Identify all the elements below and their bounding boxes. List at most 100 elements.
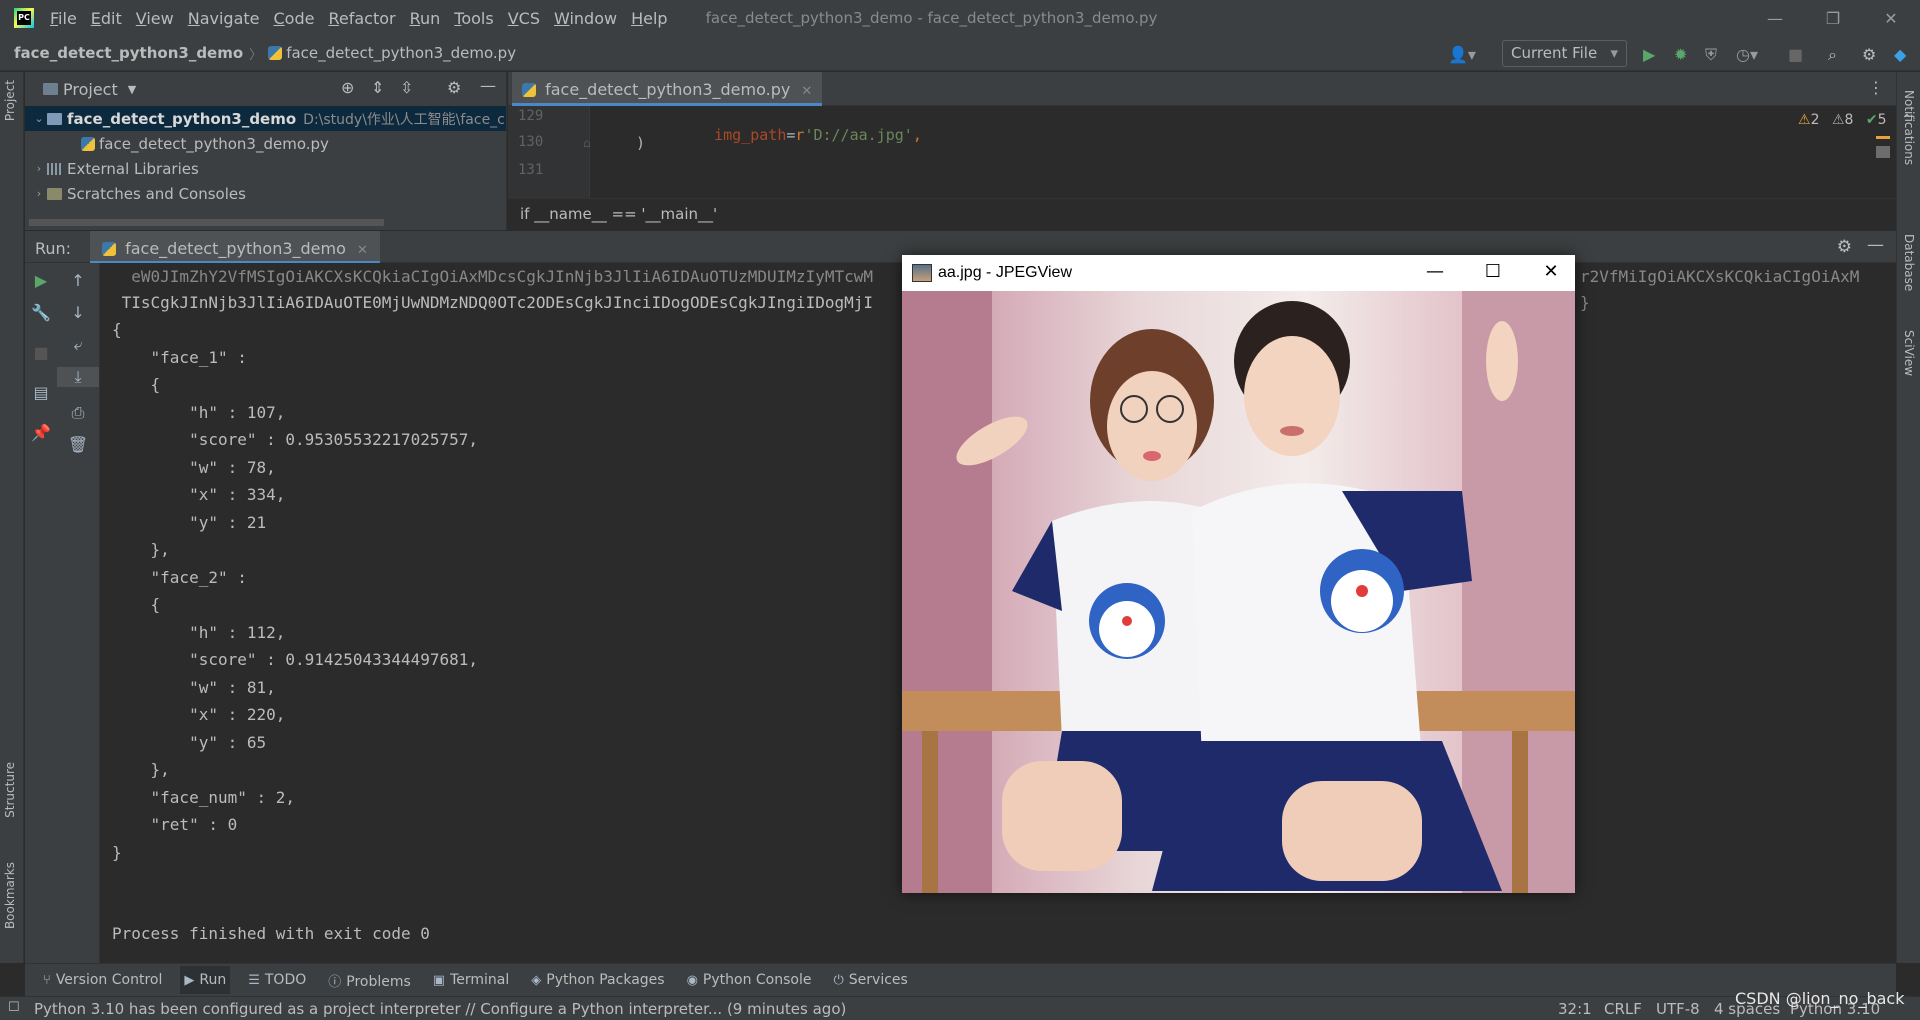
menu-vcs[interactable]: VCS	[508, 9, 540, 28]
run-toolbar-primary: ▶ 🔧 ■ ▤ 📌	[25, 263, 57, 963]
stop-icon[interactable]: ■	[1788, 45, 1803, 64]
pin-icon[interactable]: 📌	[25, 423, 57, 442]
coverage-icon[interactable]: ⛨	[1705, 45, 1717, 65]
tree-item-external-libraries[interactable]: › External Libraries	[25, 156, 506, 181]
tree-item-project-root[interactable]: ⌄ face_detect_python3_demo D:\study\作业\人…	[25, 106, 506, 131]
hide-panel-icon[interactable]: —	[1867, 235, 1884, 255]
tool-label: Run	[199, 972, 227, 988]
search-icon[interactable]: ⌕	[1828, 45, 1837, 65]
locate-icon[interactable]: ⊕	[341, 78, 354, 97]
print-icon[interactable]: ⎙	[57, 403, 99, 423]
tool-version-control[interactable]: ⑂ Version Control	[39, 966, 166, 994]
layout-icon[interactable]: ▤	[25, 383, 57, 402]
horizontal-scrollbar[interactable]	[29, 219, 384, 226]
tree-item-scratches[interactable]: › Scratches and Consoles	[25, 181, 506, 206]
restore-button[interactable]: ❐	[1804, 0, 1862, 36]
chevron-right-icon[interactable]: ›	[31, 187, 47, 200]
tool-services[interactable]: ⏻ Services	[829, 966, 911, 994]
gear-icon[interactable]: ⚙	[1837, 237, 1852, 257]
menu-window[interactable]: Window	[554, 9, 617, 28]
python-file-icon	[81, 136, 95, 151]
error-stripe-marker[interactable]	[1876, 146, 1890, 158]
jpegview-minimize-button[interactable]: —	[1420, 261, 1450, 285]
menu-code[interactable]: Code	[274, 9, 315, 28]
run-tab[interactable]: face_detect_python3_demo ✕	[90, 231, 380, 264]
arrow-down-icon[interactable]: ↓	[57, 303, 99, 322]
tool-run[interactable]: ▶ Run	[180, 966, 231, 994]
tool-todo[interactable]: ☰ TODO	[244, 966, 310, 994]
tool-label: Problems	[346, 973, 411, 990]
menu-view[interactable]: View	[136, 9, 174, 28]
trash-icon[interactable]: 🗑	[57, 435, 99, 454]
menu-refactor[interactable]: Refactor	[328, 9, 395, 28]
status-message[interactable]: Python 3.10 has been configured as a pro…	[34, 1000, 846, 1018]
menu-run[interactable]: Run	[410, 9, 441, 28]
fold-marker-icon[interactable]: ⌂	[583, 136, 591, 150]
breadcrumb-project[interactable]: face_detect_python3_demo	[14, 44, 243, 62]
gear-icon[interactable]: ⚙	[447, 78, 461, 97]
status-toggle-icon[interactable]: ☐	[8, 1000, 20, 1015]
code-editor[interactable]: 129 130 131 ⌂ img_path=r'D://aa.jpg', ) …	[508, 106, 1913, 198]
tree-item-file[interactable]: face_detect_python3_demo.py	[25, 131, 506, 156]
menu-navigate[interactable]: Navigate	[188, 9, 260, 28]
image-icon	[912, 264, 932, 282]
minimize-button[interactable]: —	[1746, 0, 1804, 36]
chevron-down-icon[interactable]: ▼	[128, 83, 136, 96]
chevron-down-icon[interactable]: ⌄	[31, 112, 47, 125]
chevron-right-icon[interactable]: ›	[31, 162, 47, 175]
tool-label: TODO	[264, 972, 307, 988]
close-tab-icon[interactable]: ✕	[357, 243, 368, 258]
debug-icon[interactable]: ✹	[1674, 45, 1687, 64]
tool-python-console[interactable]: ◉ Python Console	[683, 966, 816, 994]
menu-file[interactable]: File	[50, 9, 77, 28]
caret-position[interactable]: 32:1	[1558, 1000, 1592, 1018]
project-panel-title[interactable]: Project	[63, 80, 118, 99]
tool-label: Version Control	[55, 972, 163, 988]
tool-window-sciview[interactable]: SciView	[1902, 330, 1916, 376]
photo-image[interactable]	[902, 291, 1575, 893]
chevron-up-icon[interactable]: ⌃	[1901, 112, 1913, 128]
run-icon[interactable]: ▶	[1643, 45, 1655, 64]
tool-window-structure[interactable]: Structure	[3, 762, 17, 818]
wrench-icon[interactable]: 🔧	[25, 303, 57, 322]
editor-tab-active[interactable]: face_detect_python3_demo.py ✕	[512, 72, 823, 106]
menu-tools[interactable]: Tools	[454, 9, 493, 28]
soft-wrap-icon[interactable]: ⤶	[57, 335, 99, 355]
run-config-dropdown[interactable]: Current File ▾	[1502, 40, 1627, 67]
more-options-icon[interactable]: ⋮	[1868, 78, 1884, 97]
hide-panel-icon[interactable]: —	[480, 76, 496, 95]
jpegview-maximize-button[interactable]: ☐	[1478, 261, 1508, 285]
error-stripe-marker[interactable]	[1876, 136, 1890, 139]
settings-gear-icon[interactable]: ⚙	[1862, 45, 1876, 64]
tool-window-bookmarks[interactable]: Bookmarks	[3, 862, 17, 929]
close-tab-icon[interactable]: ✕	[801, 84, 812, 99]
tool-label: Python Packages	[546, 972, 665, 988]
line-separator[interactable]: CRLF	[1604, 1000, 1642, 1018]
menu-help[interactable]: Help	[631, 9, 667, 28]
scroll-to-end-icon[interactable]: ⤓	[57, 367, 99, 387]
close-button[interactable]: ✕	[1862, 0, 1920, 36]
profile-icon[interactable]: ◷▾	[1736, 45, 1758, 64]
tool-problems[interactable]: ⓘ Problems	[324, 965, 415, 996]
jpegview-title-bar[interactable]: aa.jpg - JPEGView	[902, 255, 1575, 291]
expand-all-icon[interactable]: ⇕	[371, 78, 384, 97]
vcs-user-icon[interactable]: 👤▾	[1448, 45, 1476, 64]
menu-edit[interactable]: Edit	[91, 9, 122, 28]
arrow-up-icon[interactable]: ↑	[57, 271, 99, 290]
rerun-icon[interactable]: ▶	[25, 271, 57, 290]
breadcrumb-file[interactable]: face_detect_python3_demo.py	[286, 44, 516, 62]
tool-terminal[interactable]: ▣ Terminal	[429, 966, 513, 994]
warning-count: 2	[1810, 112, 1820, 128]
tool-window-database[interactable]: Database	[1902, 234, 1916, 291]
editor-breadcrumb[interactable]: if __name__ == '__main__'	[508, 198, 1896, 228]
stop-icon[interactable]: ■	[25, 343, 57, 362]
jpegview-close-button[interactable]: ✕	[1536, 261, 1566, 285]
file-encoding[interactable]: UTF-8	[1656, 1000, 1700, 1018]
toolbox-icon[interactable]: ◆	[1894, 45, 1906, 64]
jpegview-window[interactable]: aa.jpg - JPEGView — ☐ ✕	[902, 255, 1575, 893]
tool-window-project[interactable]: Project	[3, 80, 17, 121]
console-line: "h" : 112,	[112, 623, 286, 642]
collapse-all-icon[interactable]: ⇳	[400, 78, 413, 97]
tool-python-packages[interactable]: ◈ Python Packages	[527, 966, 668, 994]
inspection-widget[interactable]: ⚠2 ⚠8 ✔5 ⌃ ⌄	[1798, 112, 1920, 128]
